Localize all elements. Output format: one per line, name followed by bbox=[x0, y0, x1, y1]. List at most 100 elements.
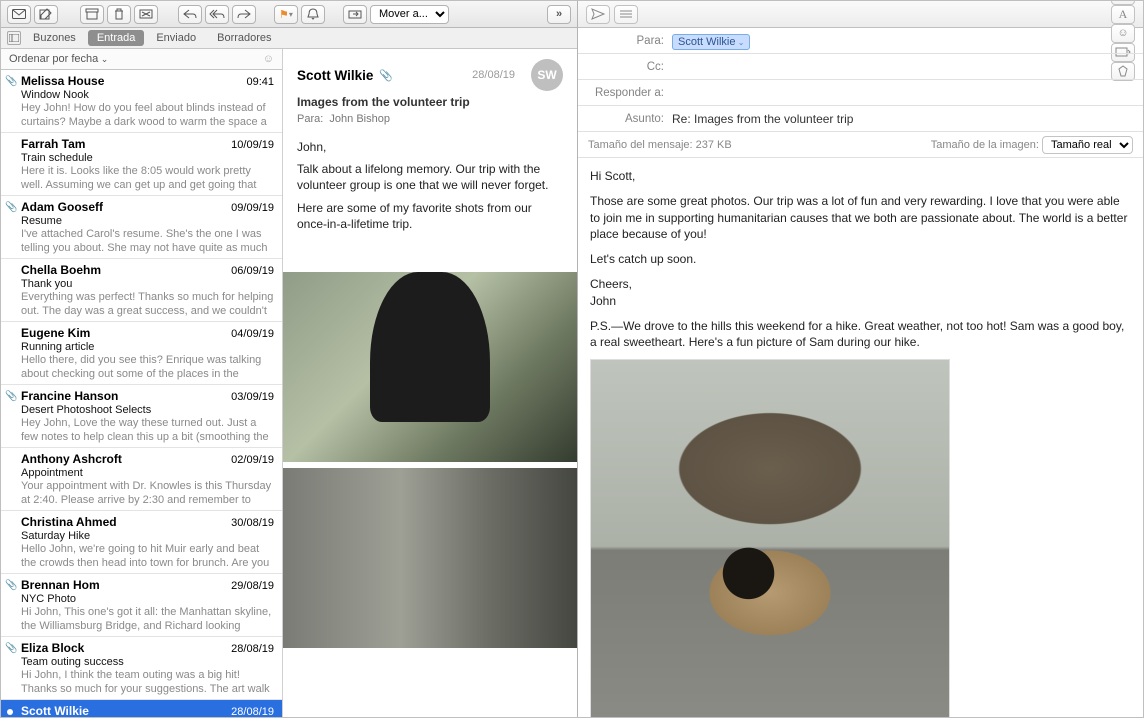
attachment-icon: 📎 bbox=[5, 580, 17, 591]
preview-subject: Images from the volunteer trip bbox=[297, 95, 563, 109]
message-from: Eliza Block bbox=[21, 641, 84, 655]
message-subject: Saturday Hike bbox=[21, 530, 274, 542]
preview-pane: Scott Wilkie 📎 28/08/19 SW Images from t… bbox=[283, 49, 577, 717]
message-date: 09/09/19 bbox=[231, 202, 274, 214]
message-preview: I've attached Carol's resume. She's the … bbox=[21, 228, 274, 254]
preview-greeting: John, bbox=[297, 139, 563, 155]
message-from: Chella Boehm bbox=[21, 263, 101, 277]
photo-insert-icon[interactable] bbox=[1111, 1, 1135, 5]
compose-icon[interactable] bbox=[34, 5, 58, 24]
reply-all-icon[interactable] bbox=[205, 5, 229, 24]
message-size-label: Tamaño del mensaje: 237 KB bbox=[588, 139, 732, 151]
preview-image-2 bbox=[283, 468, 577, 648]
sidebar-toggle-icon[interactable] bbox=[7, 31, 21, 45]
message-row[interactable]: Farrah Tam10/09/19Train scheduleHere it … bbox=[1, 133, 282, 196]
main-toolbar: ⚑▾ Mover a... » bbox=[1, 1, 577, 28]
format-icon[interactable]: A bbox=[1111, 5, 1135, 24]
toolbar-overflow-icon[interactable]: » bbox=[547, 5, 571, 24]
message-date: 29/08/19 bbox=[231, 580, 274, 592]
reply-icon[interactable] bbox=[178, 5, 202, 24]
compose-pane: 📎 A ☺ Para: Scott Wilkie Cc: Responder a… bbox=[578, 1, 1143, 717]
message-row[interactable]: Scott Wilkie28/08/19Images from the volu… bbox=[1, 700, 282, 717]
message-subject: Running article bbox=[21, 341, 274, 353]
junk-icon[interactable] bbox=[134, 5, 158, 24]
preview-paragraph: Here are some of my favorite shots from … bbox=[297, 200, 563, 232]
message-row[interactable]: Chella Boehm 06/09/19Thank youEverything … bbox=[1, 259, 282, 322]
message-date: 06/09/19 bbox=[231, 265, 274, 277]
message-preview: Hey John, Love the way these turned out.… bbox=[21, 417, 274, 443]
sort-bar[interactable]: Ordenar por fecha ☺ bbox=[1, 49, 282, 70]
header-fields-icon[interactable] bbox=[614, 5, 638, 24]
message-preview: Hi John, This one's got it all: the Manh… bbox=[21, 606, 274, 632]
message-date: 30/08/19 bbox=[231, 517, 274, 529]
message-from: Farrah Tam bbox=[21, 137, 85, 151]
message-date: 28/08/19 bbox=[231, 706, 274, 717]
message-row[interactable]: 📎Francine Hanson03/09/19Desert Photoshoo… bbox=[1, 385, 282, 448]
message-preview: Hello there, did you see this? Enrique w… bbox=[21, 354, 274, 380]
sort-label[interactable]: Ordenar por fecha bbox=[9, 53, 108, 65]
message-row[interactable]: 📎Brennan Hom29/08/19NYC PhotoHi John, Th… bbox=[1, 574, 282, 637]
subject-value[interactable]: Re: Images from the volunteer trip bbox=[672, 112, 1133, 126]
recipient-token[interactable]: Scott Wilkie bbox=[672, 34, 750, 50]
message-from: Scott Wilkie bbox=[21, 704, 89, 717]
preview-paragraph: Talk about a lifelong memory. Our trip w… bbox=[297, 161, 563, 193]
mute-icon[interactable] bbox=[301, 5, 325, 24]
message-subject: Desert Photoshoot Selects bbox=[21, 404, 274, 416]
message-list[interactable]: Ordenar por fecha ☺ 📎 Melissa House 09:41W… bbox=[1, 49, 283, 717]
message-preview: Your appointment with Dr. Knowles is thi… bbox=[21, 480, 274, 506]
move-to-select[interactable]: Mover a... bbox=[370, 5, 449, 24]
size-bar: Tamaño del mensaje: 237 KB Tamaño de la … bbox=[578, 132, 1143, 158]
message-row[interactable]: Christina Ahmed 30/08/19Saturday HikeHell… bbox=[1, 511, 282, 574]
reply-to-field[interactable]: Responder a: bbox=[578, 80, 1143, 106]
move-popup-icon[interactable] bbox=[343, 5, 367, 24]
get-mail-icon[interactable] bbox=[7, 5, 31, 24]
message-from: Christina Ahmed bbox=[21, 515, 117, 529]
message-subject: Thank you bbox=[21, 278, 274, 290]
mailboxes-button[interactable]: Buzones bbox=[24, 30, 85, 46]
archive-icon[interactable] bbox=[80, 5, 104, 24]
message-preview: Everything was perfect! Thanks so much f… bbox=[21, 291, 274, 317]
message-from: Melissa House bbox=[21, 74, 104, 88]
sent-tab[interactable]: Enviado bbox=[147, 30, 205, 46]
message-subject: Train schedule bbox=[21, 152, 274, 164]
message-from: Adam Gooseff bbox=[21, 200, 103, 214]
to-field[interactable]: Para: Scott Wilkie bbox=[578, 28, 1143, 54]
message-preview: Hey John! How do you feel about blinds i… bbox=[21, 102, 274, 128]
drafts-tab[interactable]: Borradores bbox=[208, 30, 280, 46]
message-row[interactable]: Eugene Kim 04/09/19Running articleHello t… bbox=[1, 322, 282, 385]
message-row[interactable]: Anthony Ashcroft02/09/19AppointmentYour … bbox=[1, 448, 282, 511]
message-row[interactable]: 📎Adam Gooseff09/09/19ResumeI've attached… bbox=[1, 196, 282, 259]
message-row[interactable]: 📎Melissa House09:41Window NookHey John! … bbox=[1, 70, 282, 133]
forward-icon[interactable] bbox=[232, 5, 256, 24]
avatar: SW bbox=[531, 59, 563, 91]
message-from: Eugene Kim bbox=[21, 326, 90, 340]
message-date: 09:41 bbox=[246, 76, 274, 88]
preview-to: John Bishop bbox=[329, 113, 390, 125]
message-from: Anthony Ashcroft bbox=[21, 452, 122, 466]
compose-image[interactable] bbox=[590, 359, 950, 717]
inbox-tab[interactable]: Entrada bbox=[88, 30, 145, 46]
message-row[interactable]: 📎Eliza Block28/08/19Team outing successH… bbox=[1, 637, 282, 700]
preview-from: Scott Wilkie bbox=[297, 68, 373, 83]
message-date: 04/09/19 bbox=[231, 328, 274, 340]
unread-dot bbox=[7, 709, 13, 715]
message-preview: Hello John, we're going to hit Muir earl… bbox=[21, 543, 274, 569]
mailbox-bar: Buzones Entrada Enviado Borradores bbox=[1, 28, 577, 49]
attachment-icon: 📎 bbox=[379, 69, 393, 82]
image-size-select[interactable]: Tamaño real bbox=[1042, 136, 1133, 154]
message-subject: Team outing success bbox=[21, 656, 274, 668]
send-icon[interactable] bbox=[586, 5, 610, 24]
delete-icon[interactable] bbox=[107, 5, 131, 24]
compose-body[interactable]: Hi Scott, Those are some great photos. O… bbox=[578, 158, 1143, 717]
message-date: 10/09/19 bbox=[231, 139, 274, 151]
message-subject: NYC Photo bbox=[21, 593, 274, 605]
cc-field[interactable]: Cc: bbox=[578, 54, 1143, 80]
contacts-icon[interactable]: ☺ bbox=[263, 53, 274, 65]
flag-icon[interactable]: ⚑▾ bbox=[274, 5, 298, 24]
message-subject: Appointment bbox=[21, 467, 274, 479]
message-date: 28/08/19 bbox=[231, 643, 274, 655]
message-subject: Window Nook bbox=[21, 89, 274, 101]
compose-toolbar: 📎 A ☺ bbox=[578, 1, 1143, 28]
message-from: Francine Hanson bbox=[21, 389, 118, 403]
subject-field[interactable]: Asunto: Re: Images from the volunteer tr… bbox=[578, 106, 1143, 132]
